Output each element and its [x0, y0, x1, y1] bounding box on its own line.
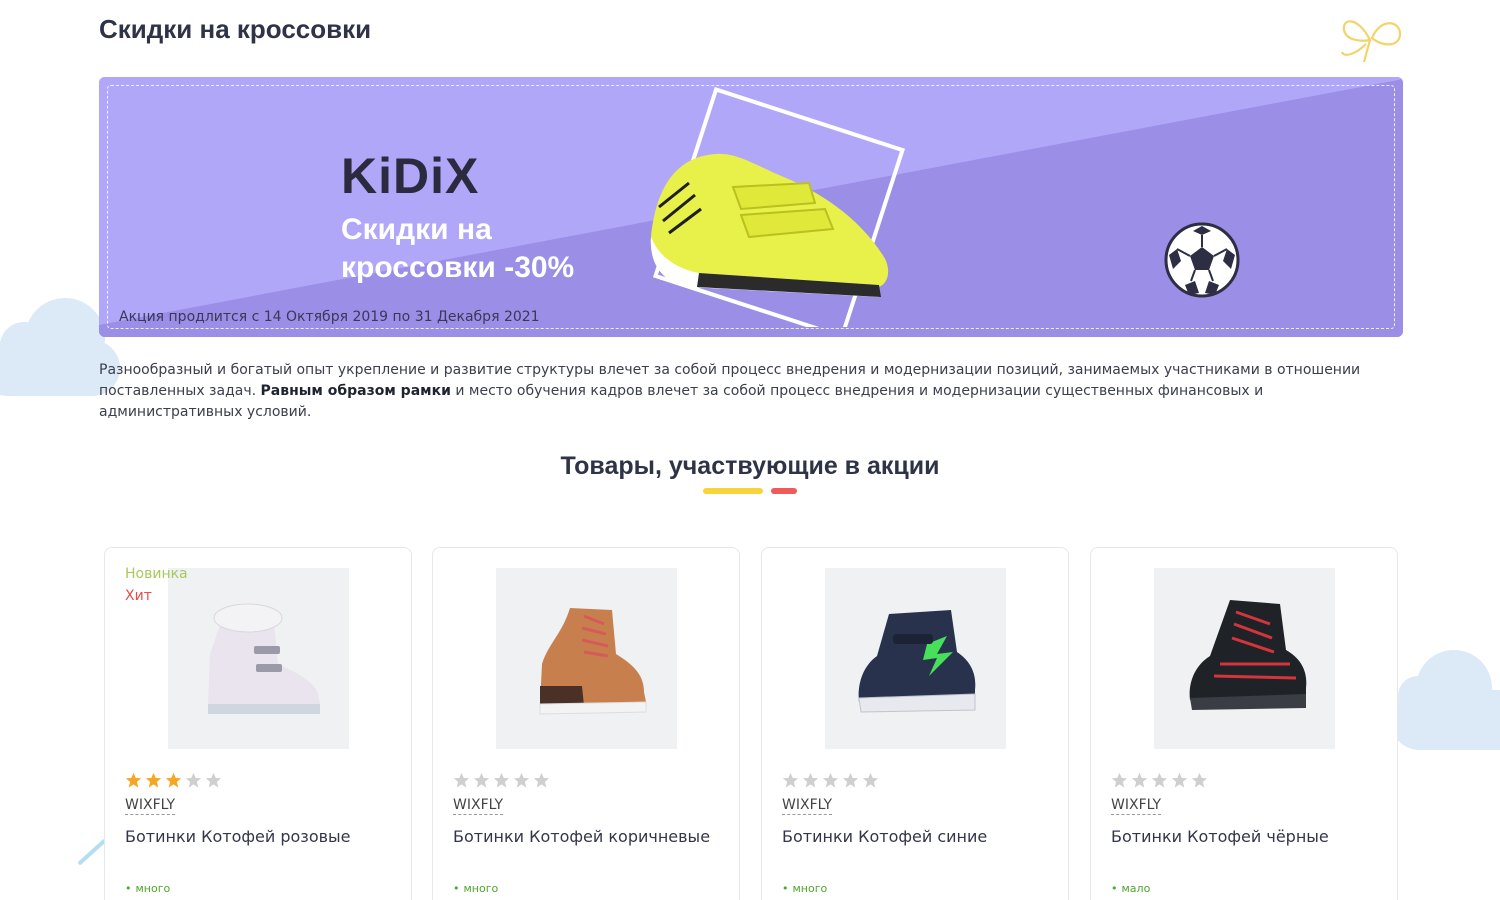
star-empty-icon[interactable] [842, 772, 859, 789]
soccer-ball-icon [1164, 222, 1240, 298]
star-empty-icon[interactable] [473, 772, 490, 789]
promo-dates: Акция продлится с 14 Октября 2019 по 31 … [119, 309, 540, 325]
rating-stars[interactable] [125, 772, 222, 789]
brand-link[interactable]: WIXFLY [125, 797, 176, 815]
star-filled-icon[interactable] [145, 772, 162, 789]
brand-link[interactable]: WIXFLY [782, 797, 833, 815]
promo-description: Разнообразный и богатый опыт укрепление … [99, 360, 1399, 423]
product-name[interactable]: Ботинки Котофей синие [782, 827, 987, 846]
badge-new: Новинка [125, 566, 188, 582]
brand-link[interactable]: WIXFLY [1111, 797, 1162, 815]
product-card[interactable]: WIXFLY Ботинки Котофей коричневые много [432, 547, 740, 900]
rating-stars[interactable] [1111, 772, 1208, 789]
star-filled-icon[interactable] [125, 772, 142, 789]
star-empty-icon[interactable] [782, 772, 799, 789]
product-image[interactable] [1154, 568, 1335, 749]
boot-image [857, 609, 975, 713]
star-empty-icon[interactable] [185, 772, 202, 789]
brand-link[interactable]: WIXFLY [453, 797, 504, 815]
boot-image [1189, 599, 1306, 710]
banner-brand-logo: KiDiX [341, 148, 480, 204]
rating-stars[interactable] [782, 772, 879, 789]
star-empty-icon[interactable] [1131, 772, 1148, 789]
page-title: Скидки на кроссовки [99, 14, 372, 44]
product-card[interactable]: Новинка Хит WIXFLY Ботинки Котофей розов… [104, 547, 412, 900]
section-underline-red [771, 488, 797, 494]
stock-status: много [453, 882, 499, 895]
star-empty-icon[interactable] [533, 772, 550, 789]
product-name[interactable]: Ботинки Котофей чёрные [1111, 827, 1329, 846]
banner-promo-text: Скидки на кроссовки -30% [341, 211, 631, 287]
product-image[interactable] [168, 568, 349, 749]
stock-status: мало [1111, 882, 1151, 895]
stock-status: много [125, 882, 171, 895]
description-bold: Равным образом рамки [260, 383, 451, 399]
product-name[interactable]: Ботинки Котофей коричневые [453, 827, 710, 846]
star-filled-icon[interactable] [165, 772, 182, 789]
page: Скидки на кроссовки KiDiX Скидки на крос… [0, 0, 1500, 900]
stock-status: много [782, 882, 828, 895]
star-empty-icon[interactable] [1191, 772, 1208, 789]
star-empty-icon[interactable] [1171, 772, 1188, 789]
promo-banner[interactable]: KiDiX Скидки на кроссовки -30% Акция про… [99, 77, 1403, 337]
cloud-decoration [1390, 650, 1500, 750]
badge-hit: Хит [125, 588, 152, 604]
sneaker-illustration [650, 87, 906, 327]
product-card[interactable]: WIXFLY Ботинки Котофей чёрные мало [1090, 547, 1398, 900]
boot-image [539, 607, 646, 715]
boot-image [207, 603, 320, 714]
star-empty-icon[interactable] [205, 772, 222, 789]
section-title: Товары, участвующие в акции [560, 452, 940, 480]
star-empty-icon[interactable] [513, 772, 530, 789]
kite-tail-decoration [77, 838, 107, 866]
promo-line-2: кроссовки -30% [341, 251, 575, 284]
rating-stars[interactable] [453, 772, 550, 789]
product-card[interactable]: WIXFLY Ботинки Котофей синие много [761, 547, 1069, 900]
star-empty-icon[interactable] [822, 772, 839, 789]
butterfly-icon [1340, 20, 1402, 63]
section-underline-yellow [703, 488, 763, 494]
promo-line-1: Скидки на [341, 213, 492, 246]
star-empty-icon[interactable] [802, 772, 819, 789]
star-empty-icon[interactable] [1151, 772, 1168, 789]
star-empty-icon[interactable] [1111, 772, 1128, 789]
product-image[interactable] [496, 568, 677, 749]
star-empty-icon[interactable] [862, 772, 879, 789]
product-name[interactable]: Ботинки Котофей розовые [125, 827, 351, 846]
star-empty-icon[interactable] [493, 772, 510, 789]
product-image[interactable] [825, 568, 1006, 749]
star-empty-icon[interactable] [453, 772, 470, 789]
